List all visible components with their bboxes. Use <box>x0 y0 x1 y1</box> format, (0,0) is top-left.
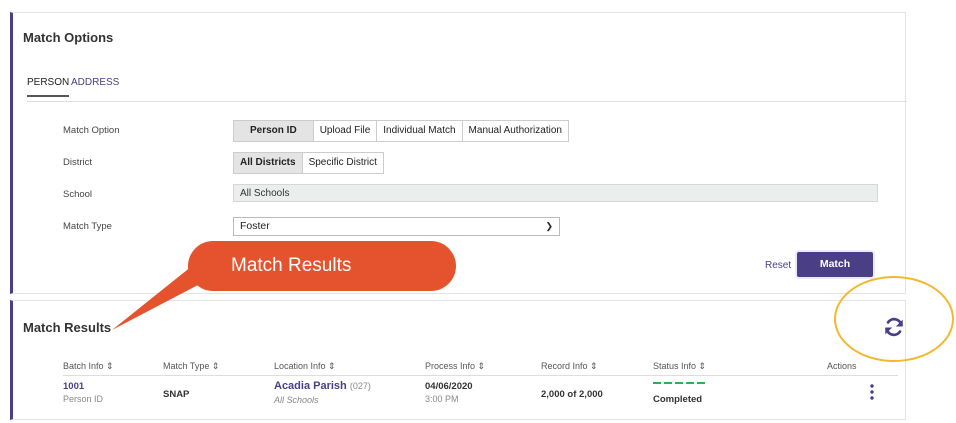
process-time: 3:00 PM <box>425 394 459 404</box>
match-option-group: Person ID Upload File Individual Match M… <box>233 120 569 142</box>
option-upload-file-button[interactable]: Upload File <box>312 120 378 142</box>
process-date: 04/06/2020 <box>425 381 473 392</box>
district-group: All Districts Specific District <box>233 152 384 174</box>
match-type-label: Match Type <box>63 221 112 232</box>
chevron-down-icon: ❯ <box>545 221 553 231</box>
location-code: (027) <box>349 381 371 391</box>
tab-person[interactable]: PERSON <box>27 77 70 97</box>
col-location-info[interactable]: Location Info ⇕ <box>274 361 336 372</box>
school-field: All Schools <box>233 184 878 202</box>
status-progress-bar <box>653 382 705 384</box>
col-batch-info[interactable]: Batch Info ⇕ <box>63 361 114 372</box>
match-options-title: Match Options <box>23 30 114 45</box>
tab-address[interactable]: ADDRESS <box>71 77 119 88</box>
match-results-title: Match Results <box>23 320 112 335</box>
col-actions: Actions <box>827 361 857 371</box>
col-process-info[interactable]: Process Info ⇕ <box>425 361 485 372</box>
col-status-info[interactable]: Status Info ⇕ <box>653 361 706 372</box>
refresh-icon[interactable] <box>883 316 905 338</box>
district-all-button[interactable]: All Districts <box>233 152 303 174</box>
location-cell: Acadia Parish (027) <box>274 380 371 392</box>
district-label: District <box>63 157 93 168</box>
match-option-label: Match Option <box>63 125 120 136</box>
col-match-type[interactable]: Match Type ⇕ <box>163 361 219 372</box>
record-count: 2,000 of 2,000 <box>541 389 603 400</box>
match-type-select[interactable]: Foster ❯ <box>233 217 560 236</box>
col-record-info[interactable]: Record Info ⇕ <box>541 361 598 372</box>
match-options-panel: Match Options PERSON ADDRESS Match Optio… <box>10 12 907 294</box>
match-results-panel: Match Results Batch Info ⇕ Match Type ⇕ … <box>10 300 906 420</box>
school-label: School <box>63 189 93 200</box>
batch-type: Person ID <box>63 394 104 404</box>
reset-link[interactable]: Reset <box>765 260 791 271</box>
kebab-menu-icon[interactable] <box>868 383 876 401</box>
tab-bar: PERSON ADDRESS <box>27 77 907 102</box>
option-person-id-button[interactable]: Person ID <box>233 120 314 142</box>
status-text: Completed <box>653 394 703 405</box>
batch-id-link[interactable]: 1001 <box>63 381 84 392</box>
callout-bubble: Match Results <box>188 241 456 291</box>
match-button[interactable]: Match <box>797 252 873 277</box>
match-type-cell: SNAP <box>163 389 190 400</box>
option-manual-authorization-button[interactable]: Manual Authorization <box>461 120 569 142</box>
location-link[interactable]: Acadia Parish <box>274 380 347 392</box>
table-divider <box>63 375 898 376</box>
district-specific-button[interactable]: Specific District <box>301 152 384 174</box>
option-individual-match-button[interactable]: Individual Match <box>376 120 463 142</box>
location-sub: All Schools <box>274 395 319 405</box>
match-type-value: Foster <box>240 220 270 232</box>
